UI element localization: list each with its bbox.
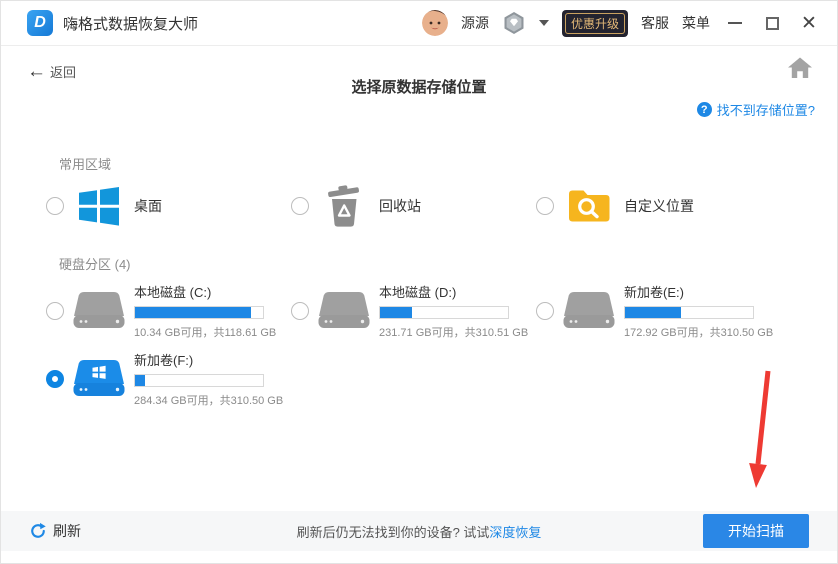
close-icon: ✕: [801, 12, 817, 34]
drive-c-radio[interactable]: [46, 302, 64, 320]
refresh-label: 刷新: [53, 523, 81, 539]
drive-item-c[interactable]: 本地磁盘 (C:) 10.34 GB可用，共118.61 GB: [46, 282, 291, 340]
drive-info: 284.34 GB可用，共310.50 GB: [134, 395, 284, 407]
custom-location-radio[interactable]: [536, 197, 554, 215]
hard-drive-icon: [73, 292, 125, 328]
hard-drive-icon: [318, 292, 370, 328]
custom-location-label: 自定义位置: [624, 198, 694, 214]
hard-drive-selected-icon: [73, 360, 125, 396]
drive-list: 本地磁盘 (C:) 10.34 GB可用，共118.61 GB 本地磁盘 (D:…: [46, 282, 781, 408]
help-link-label: 找不到存储位置?: [716, 103, 815, 118]
maximize-button[interactable]: [760, 11, 784, 35]
drive-usage-bar: [134, 306, 264, 319]
drive-item-f[interactable]: 新加卷(F:) 284.34 GB可用，共310.50 GB: [46, 350, 291, 408]
upgrade-button[interactable]: 优惠升级: [561, 9, 628, 37]
location-item-custom[interactable]: 自定义位置: [536, 178, 781, 234]
app-title: 嗨格式数据恢复大师: [63, 15, 199, 33]
recycle-bin-label: 回收站: [379, 198, 421, 214]
drive-item-e[interactable]: 新加卷(E:) 172.92 GB可用，共310.50 GB: [536, 282, 781, 340]
upgrade-label: 优惠升级: [564, 12, 625, 34]
app-logo-icon: D: [27, 10, 53, 36]
windows-logo-icon: [76, 183, 122, 229]
recycle-bin-radio[interactable]: [291, 197, 309, 215]
start-scan-button[interactable]: 开始扫描: [703, 514, 809, 548]
close-button[interactable]: ✕: [797, 11, 821, 35]
page-title: 选择原数据存储位置: [351, 79, 487, 96]
recycle-bin-icon: [321, 183, 367, 229]
avatar-image: [421, 10, 448, 36]
drive-item-d[interactable]: 本地磁盘 (D:) 231.71 GB可用，共310.51 GB: [291, 282, 536, 340]
drive-info: 231.71 GB可用，共310.51 GB: [379, 327, 529, 339]
member-level-badge-icon[interactable]: [502, 11, 526, 35]
location-item-recycle-bin[interactable]: 回收站: [291, 178, 536, 234]
main-content: ← 返回 选择原数据存储位置 ? 找不到存储位置? 常用区域 桌面 回收站 自定…: [1, 46, 837, 513]
drive-f-radio[interactable]: [46, 370, 64, 388]
common-locations: 桌面 回收站 自定义位置: [46, 178, 781, 234]
hint-text: 刷新后仍无法找到你的设备? 试试: [296, 524, 490, 540]
partitions-section-label: 硬盘分区 (4): [59, 257, 131, 272]
common-section-label: 常用区域: [59, 157, 112, 172]
minimize-icon: [728, 22, 742, 24]
refresh-button[interactable]: 刷新: [29, 521, 81, 541]
titlebar: D 嗨格式数据恢复大师 源源 优惠升级 客服 菜单 ✕: [1, 1, 837, 46]
help-link[interactable]: ? 找不到存储位置?: [696, 100, 815, 119]
drive-e-radio[interactable]: [536, 302, 554, 320]
desktop-radio[interactable]: [46, 197, 64, 215]
menu-button[interactable]: 菜单: [682, 13, 710, 33]
drive-name: 本地磁盘 (C:): [134, 285, 212, 300]
question-icon: ?: [696, 102, 712, 117]
folder-search-icon: [566, 183, 612, 229]
drive-usage-bar: [624, 306, 754, 319]
app-window: D 嗨格式数据恢复大师 源源 优惠升级 客服 菜单 ✕ ← 返回 选择原数据存储…: [0, 0, 838, 564]
minimize-button[interactable]: [723, 11, 747, 35]
footer-bar: 刷新 刷新后仍无法找到你的设备? 试试深度恢复 开始扫描: [1, 511, 837, 551]
drive-usage-bar: [379, 306, 509, 319]
drive-info: 10.34 GB可用，共118.61 GB: [134, 327, 277, 339]
user-avatar[interactable]: [421, 10, 448, 36]
drive-name: 新加卷(F:): [134, 353, 194, 368]
drive-info: 172.92 GB可用，共310.50 GB: [624, 327, 774, 339]
chevron-down-icon[interactable]: [538, 20, 549, 26]
drive-usage-bar: [134, 374, 264, 387]
deep-recovery-link[interactable]: 深度恢复: [489, 525, 541, 540]
refresh-icon: [31, 522, 46, 538]
footer-hint: 刷新后仍无法找到你的设备? 试试深度恢复: [297, 522, 542, 541]
drive-name: 新加卷(E:): [624, 285, 684, 300]
username[interactable]: 源源: [461, 13, 489, 33]
hard-drive-icon: [563, 292, 615, 328]
maximize-icon: [765, 16, 779, 30]
desktop-label: 桌面: [134, 198, 162, 214]
drive-d-radio[interactable]: [291, 302, 309, 320]
location-item-desktop[interactable]: 桌面: [46, 178, 291, 234]
support-button[interactable]: 客服: [641, 13, 669, 33]
drive-name: 本地磁盘 (D:): [379, 285, 457, 300]
